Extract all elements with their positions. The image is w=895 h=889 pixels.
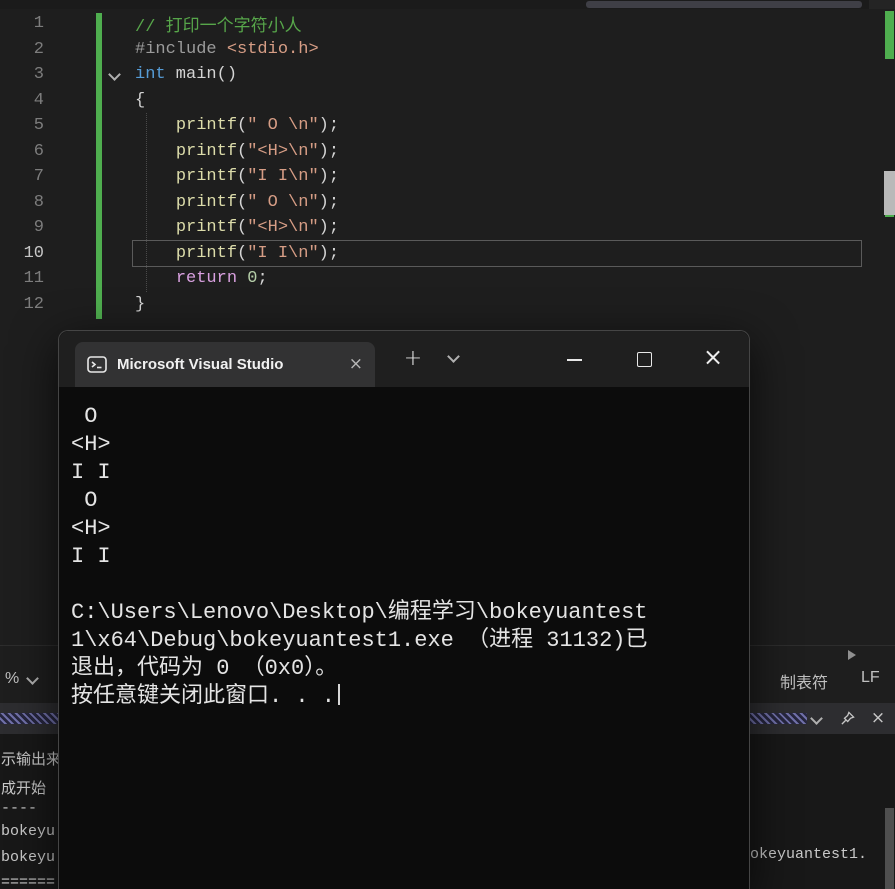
search-box[interactable] [586, 1, 862, 8]
console-line: 退出，代码为 0 （0x0）。 [71, 656, 338, 681]
output-text-fragment: 成开始 [1, 781, 47, 798]
line-number[interactable]: 12 [0, 295, 44, 314]
code-text: printf("I I\n"); [132, 239, 862, 267]
line-number[interactable]: 11 [0, 269, 44, 288]
code-text: #include <stdio.h> [135, 39, 319, 59]
panel-close-button[interactable]: × [867, 707, 889, 729]
chevron-down-icon [809, 711, 823, 725]
line-number[interactable]: 8 [0, 193, 44, 212]
line-number[interactable]: 2 [0, 40, 44, 59]
code-line[interactable]: 9 printf("<H>\n"); [0, 215, 881, 241]
console-body[interactable]: O <H> I I O <H> I I C:\Users\Lenovo\Desktop\编… [59, 387, 749, 889]
console-tab[interactable]: Microsoft Visual Studio × [75, 342, 375, 387]
title-menu-strip [0, 0, 895, 9]
change-mark [885, 11, 894, 59]
console-line: I I [71, 544, 111, 569]
console-window: Microsoft Visual Studio × + × O <H> I I O <… [58, 330, 750, 889]
panel-header-icons: × [805, 707, 889, 729]
tab-dropdown-icon[interactable] [447, 350, 460, 363]
code-text: int main() [135, 65, 238, 85]
zoom-control[interactable]: % [5, 670, 19, 688]
console-line: O [71, 404, 98, 429]
code-text: { [135, 90, 146, 110]
code-line[interactable]: 10 printf("I I\n"); [0, 239, 881, 267]
line-number[interactable]: 9 [0, 218, 44, 237]
close-icon: × [870, 707, 886, 728]
fold-chevron-icon[interactable] [96, 68, 133, 82]
line-number[interactable]: 3 [0, 65, 44, 84]
overview-ruler[interactable] [882, 9, 895, 645]
output-text-fragment: ====== [1, 874, 56, 889]
tab-close-icon[interactable]: × [349, 356, 363, 373]
code-line[interactable]: 12} [0, 292, 881, 318]
console-line: <H> [71, 432, 111, 457]
code-line[interactable]: 6 printf("<H>\n"); [0, 139, 881, 165]
code-line[interactable]: 2 #include <stdio.h> [0, 37, 881, 63]
scrollbar-thumb[interactable] [884, 171, 895, 215]
line-number[interactable]: 7 [0, 167, 44, 186]
code-text: } [135, 294, 146, 314]
console-line: <H> [71, 516, 111, 541]
code-text: printf("<H>\n"); [175, 141, 340, 161]
line-number[interactable]: 10 [0, 244, 44, 263]
code-line[interactable]: 4{ [0, 88, 881, 114]
output-text-fragment: bokeyu [1, 849, 56, 866]
window-controls-area [869, 0, 895, 9]
minimize-icon[interactable] [567, 359, 582, 361]
code-line[interactable]: 5 printf(" O \n"); [0, 113, 881, 139]
code-text: printf("<H>\n"); [175, 218, 340, 238]
output-text-fragment: 示输出来 [1, 752, 62, 769]
console-line: 1\x64\Debug\bokeyuantest1.exe （进程 31132)… [71, 628, 648, 653]
new-tab-button[interactable]: + [399, 344, 427, 372]
code-text: printf(" O \n"); [175, 192, 340, 212]
code-text: printf(" O \n"); [175, 116, 340, 136]
console-icon [87, 356, 107, 373]
code-line[interactable]: 3 int main() [0, 62, 881, 88]
vs-window: 1 // 打印一个字符小人 2 #include <stdio.h> 3 int main… [0, 0, 895, 889]
line-number[interactable]: 1 [0, 14, 44, 33]
console-line: 按任意键关闭此窗口. . . [71, 683, 739, 711]
close-icon[interactable]: × [703, 345, 723, 369]
code-text: return 0; [175, 269, 268, 289]
code-text: printf("I I\n"); [175, 167, 340, 187]
output-text-fragment: ---- [1, 800, 38, 817]
line-number[interactable]: 6 [0, 142, 44, 161]
status-item-tabs[interactable]: 制表符 [780, 669, 828, 693]
output-scrollbar[interactable] [885, 808, 894, 889]
console-titlebar[interactable]: Microsoft Visual Studio × + × [59, 331, 749, 387]
maximize-icon[interactable] [637, 352, 652, 367]
text-cursor [338, 684, 341, 705]
code-text: // 打印一个字符小人 [135, 17, 302, 37]
code-line[interactable]: 8 printf(" O \n"); [0, 190, 881, 216]
code-line[interactable]: 11 return 0; [0, 266, 881, 292]
console-line: I I [71, 460, 111, 485]
output-text-fragment: bokeyu [1, 823, 56, 840]
scroll-right-arrow-icon[interactable] [848, 650, 856, 660]
panel-menu-button[interactable] [805, 707, 827, 729]
console-tab-title: Microsoft Visual Studio [117, 356, 284, 373]
code-line[interactable]: 1 // 打印一个字符小人 [0, 11, 881, 37]
pin-button[interactable] [836, 707, 858, 729]
code-area[interactable]: 1 // 打印一个字符小人 2 #include <stdio.h> 3 int main… [0, 11, 881, 317]
output-text-fragment: okeyuantest1. [750, 846, 868, 863]
status-item-eol[interactable]: LF [861, 669, 880, 687]
console-line: C:\Users\Lenovo\Desktop\编程学习\bokeyuantes… [71, 600, 648, 625]
line-number[interactable]: 5 [0, 116, 44, 135]
pin-icon [840, 710, 855, 725]
console-line: O [71, 488, 98, 513]
code-line[interactable]: 7 printf("I I\n"); [0, 164, 881, 190]
chevron-down-icon[interactable] [26, 672, 39, 685]
line-number[interactable]: 4 [0, 91, 44, 110]
